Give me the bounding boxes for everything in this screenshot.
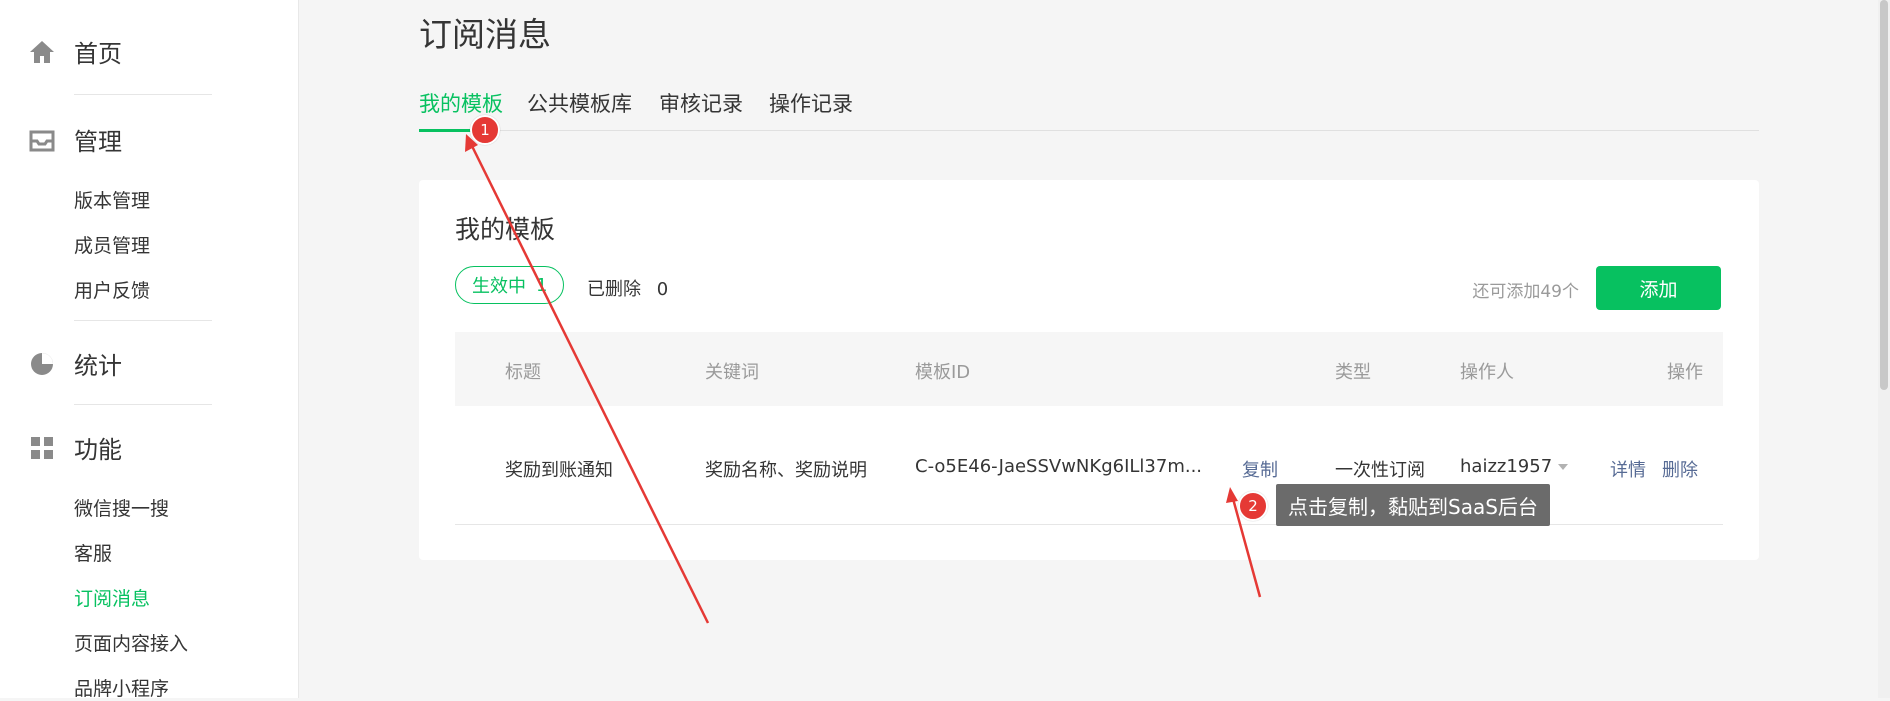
column-header: 类型: [1335, 362, 1371, 383]
tab-label: 我的模板: [419, 92, 503, 116]
annotation-tooltip: 点击复制，黏贴到SaaS后台: [1276, 484, 1550, 526]
divider: [74, 320, 212, 321]
card-title: 我的模板: [455, 215, 556, 244]
detail-link[interactable]: 详情: [1610, 456, 1646, 482]
filter-deleted[interactable]: 已删除 0: [587, 275, 668, 301]
sidebar-item-members[interactable]: 成员管理: [74, 231, 150, 258]
pie-chart-icon: [28, 350, 56, 378]
page-title: 订阅消息: [419, 15, 551, 54]
inbox-icon: [28, 126, 56, 154]
column-header: 操作人: [1460, 362, 1514, 383]
filter-deleted-count: 0: [656, 279, 669, 300]
nav-features-label: 功能: [74, 436, 122, 464]
delete-link[interactable]: 删除: [1662, 456, 1698, 482]
sidebar-item-search[interactable]: 微信搜一搜: [74, 494, 169, 521]
grid-icon: [28, 434, 56, 462]
main-content: 订阅消息 我的模板 公共模板库 审核记录 操作记录 我的模板 生效中 1 已删除…: [299, 0, 1890, 698]
nav-manage-label: 管理: [74, 128, 122, 156]
sidebar-item-service[interactable]: 客服: [74, 539, 112, 566]
sidebar-item-subscribe[interactable]: 订阅消息: [74, 584, 150, 611]
divider: [74, 404, 212, 405]
copy-link[interactable]: 复制: [1242, 456, 1278, 482]
tab-bar: 我的模板 公共模板库 审核记录 操作记录: [419, 80, 1759, 132]
column-header: 标题: [505, 362, 541, 383]
home-icon: [28, 38, 56, 66]
tab-operation-records[interactable]: 操作记录: [769, 88, 853, 118]
column-header: 模板ID: [915, 362, 971, 383]
table-header: 标题 关键词 模板ID 类型 操作人 操作: [455, 332, 1723, 406]
sidebar-item-brand[interactable]: 品牌小程序: [74, 674, 169, 701]
filter-deleted-label: 已删除: [587, 279, 641, 300]
nav-home[interactable]: 首页: [28, 34, 122, 69]
filter-active-count: 1: [536, 274, 548, 296]
scrollbar[interactable]: [1878, 0, 1890, 698]
add-button[interactable]: 添加: [1596, 266, 1721, 310]
nav-home-label: 首页: [74, 40, 122, 68]
remaining-quota: 还可添加49个: [1472, 282, 1579, 302]
annotation-badge-1: 1: [470, 115, 500, 145]
tab-my-templates[interactable]: 我的模板: [419, 88, 503, 118]
cell-template-id: C-o5E46-JaeSSVwNKg6ILl37m...: [915, 456, 1203, 477]
filter-active-label: 生效中: [472, 276, 526, 297]
sidebar-item-content[interactable]: 页面内容接入: [74, 629, 188, 656]
filter-active[interactable]: 生效中 1: [455, 266, 565, 304]
nav-features[interactable]: 功能: [28, 430, 122, 465]
scroll-thumb[interactable]: [1880, 0, 1888, 390]
sidebar-item-feedback[interactable]: 用户反馈: [74, 276, 150, 303]
cell-keywords: 奖励名称、奖励说明: [705, 460, 867, 481]
nav-stats-label: 统计: [74, 352, 122, 380]
column-header: 操作: [1667, 362, 1703, 383]
tab-public-library[interactable]: 公共模板库: [527, 88, 632, 118]
nav-manage[interactable]: 管理: [28, 122, 122, 157]
cell-type: 一次性订阅: [1335, 460, 1425, 481]
column-header: 关键词: [705, 362, 759, 383]
caret-down-icon: [1558, 464, 1569, 470]
annotation-badge-2: 2: [1238, 491, 1268, 521]
template-card: 我的模板 生效中 1 已删除 0 还可添加49个 添加 标题 关键词 模板ID …: [419, 180, 1759, 560]
cell-title: 奖励到账通知: [505, 460, 613, 481]
divider: [74, 94, 212, 95]
sidebar: 首页 管理 版本管理 成员管理 用户反馈 统计 功能 微信搜一搜 客服 订阅消息…: [0, 0, 299, 701]
sidebar-item-version[interactable]: 版本管理: [74, 186, 150, 213]
cell-operator[interactable]: haizz1957: [1460, 456, 1569, 477]
operator-name: haizz1957: [1460, 456, 1553, 477]
nav-stats[interactable]: 统计: [28, 346, 122, 381]
tab-review-records[interactable]: 审核记录: [659, 88, 743, 118]
